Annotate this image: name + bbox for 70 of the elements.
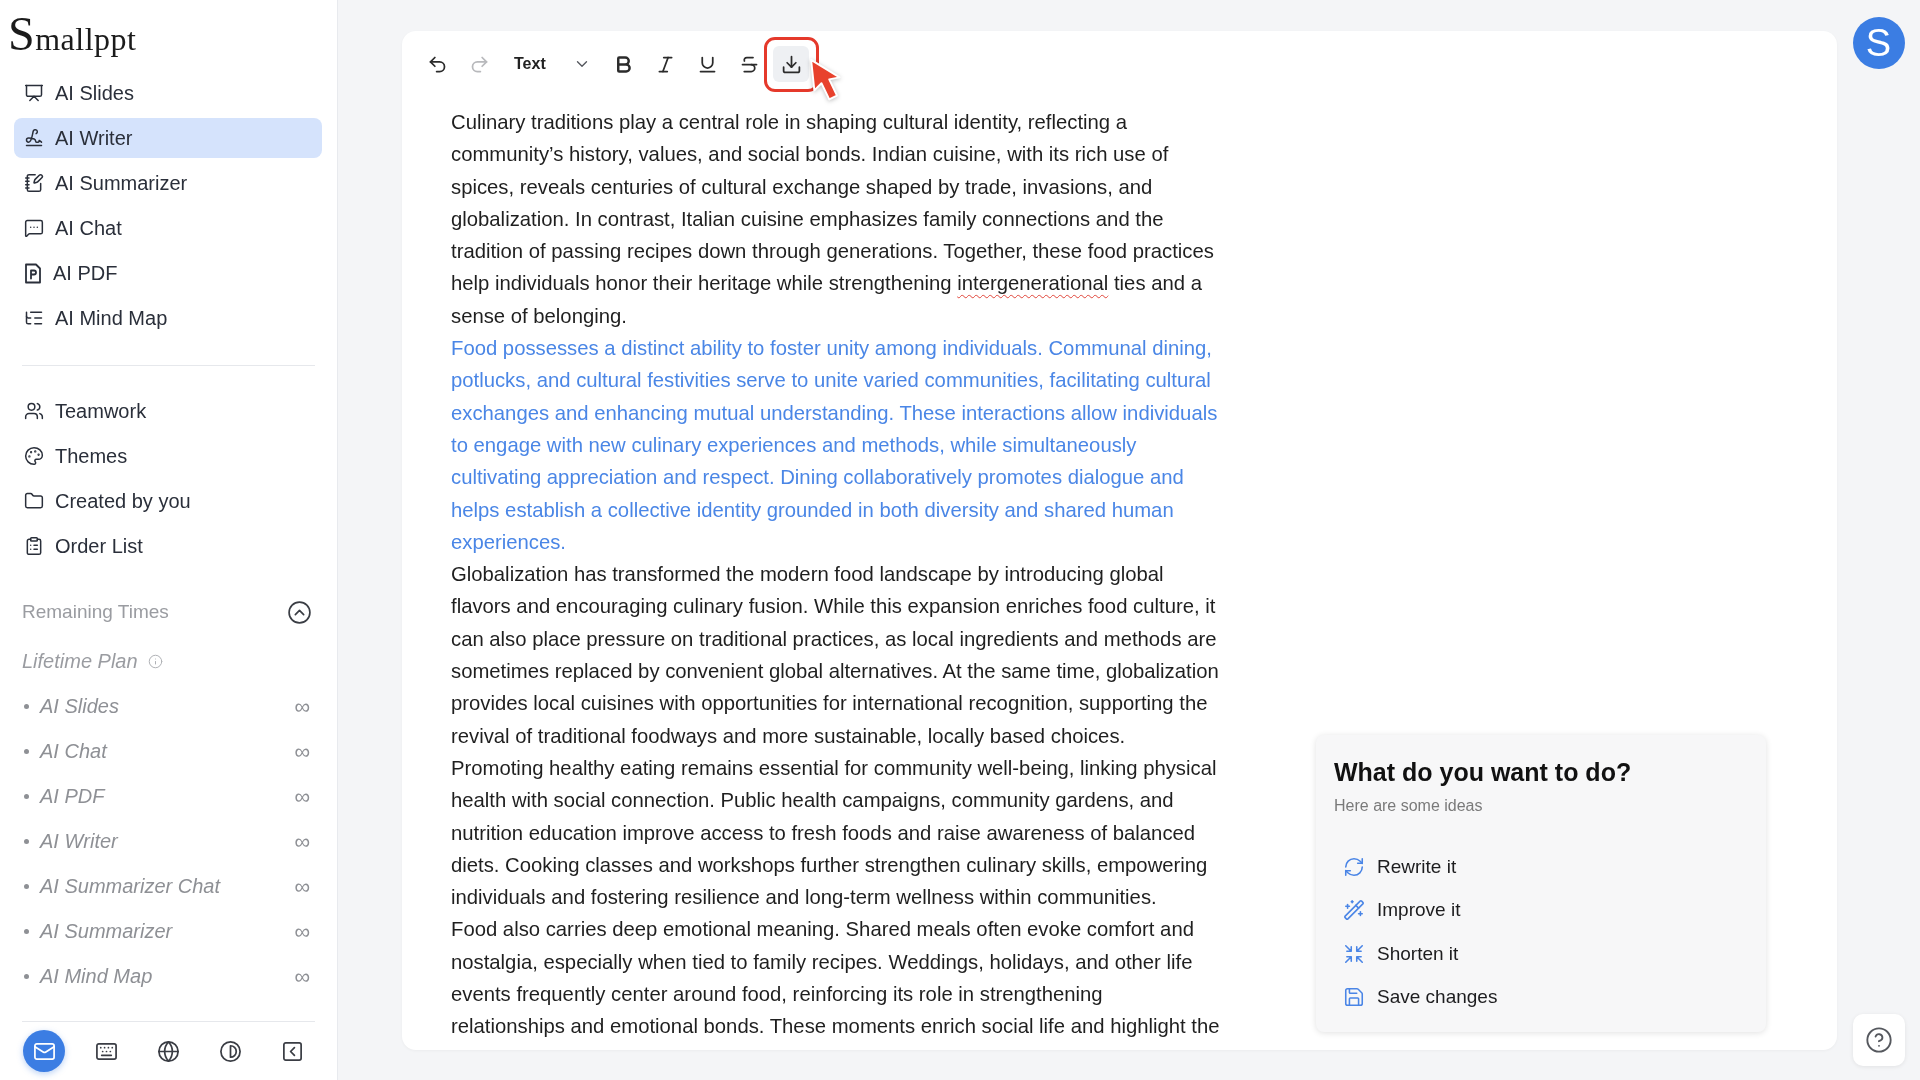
square-chevron-left-icon bbox=[280, 1039, 304, 1063]
chat-bubble-icon bbox=[24, 218, 44, 238]
nav-item[interactable]: Teamwork bbox=[14, 391, 322, 431]
mail-button[interactable] bbox=[23, 1030, 65, 1072]
usage-label: AI PDF bbox=[40, 785, 107, 808]
text-style-dropdown[interactable]: Text bbox=[503, 46, 599, 82]
usage-label: AI Writer bbox=[40, 830, 120, 853]
nav-item[interactable]: AI Summarizer bbox=[14, 163, 322, 203]
nav-item[interactable]: AI Slides bbox=[14, 73, 322, 113]
save-icon bbox=[1343, 986, 1365, 1009]
magic-wand-icon bbox=[1343, 899, 1365, 922]
list-tree-icon bbox=[24, 308, 44, 328]
nav-item[interactable]: AI PDF bbox=[14, 253, 322, 293]
notepad-pen-icon bbox=[24, 173, 44, 193]
remaining-times-title: Remaining Times bbox=[22, 601, 169, 623]
action-item[interactable]: Save changes bbox=[1334, 975, 1498, 1019]
help-icon bbox=[1864, 1026, 1893, 1054]
bullet-icon bbox=[24, 839, 29, 844]
usage-count: ∞ bbox=[294, 695, 310, 718]
usage-count: ∞ bbox=[294, 740, 310, 763]
nav-item[interactable]: AI Mind Map bbox=[14, 298, 322, 338]
shrink-arrows-icon bbox=[1343, 942, 1365, 965]
clipboard-icon bbox=[24, 536, 44, 556]
download-button[interactable] bbox=[773, 46, 809, 82]
usage-label: AI Mind Map bbox=[40, 965, 154, 988]
bullet-icon bbox=[24, 884, 29, 889]
help-button[interactable] bbox=[1852, 1014, 1905, 1066]
usage-label: AI Slides bbox=[40, 695, 120, 718]
refresh-icon bbox=[1343, 855, 1365, 878]
bullet-icon bbox=[24, 749, 29, 754]
pen-signature-icon bbox=[24, 128, 44, 148]
panel-title: What do you want to do? bbox=[1334, 758, 1633, 786]
action-item[interactable]: Improve it bbox=[1334, 888, 1461, 932]
usage-label: AI Summarizer Chat bbox=[40, 875, 222, 898]
plan-label: Lifetime Plan bbox=[22, 649, 138, 673]
download-icon bbox=[780, 53, 802, 75]
action-item[interactable]: Rewrite it bbox=[1334, 845, 1457, 889]
presentation-icon bbox=[24, 83, 44, 103]
pdf-file-icon bbox=[24, 262, 42, 284]
usage-count: ∞ bbox=[294, 965, 310, 988]
bullet-icon bbox=[24, 974, 29, 979]
chevron-up-icon[interactable] bbox=[287, 599, 312, 625]
bullet-icon bbox=[24, 929, 29, 934]
bullet-icon bbox=[24, 794, 29, 799]
globe-icon bbox=[156, 1039, 180, 1063]
paragraph: Promoting healthy eating remains essential for community well-being, linking physical health with social connection. Public health campaigns, community gardens, and nutrition education improve access to fresh foods and raise awareness of balanced diets. Cooking classes and workshops further strengthen culinary skills, empowering individuals and fostering resilience and long-term wellness within communities. bbox=[451, 755, 1218, 911]
paragraph: Food possesses a distinct ability to foster unity among individuals. Communal dining, potlucks, and cultural festivities serve to unite varied communities, facilitating cultural exchanges and enhancing mutual understanding. These interactions allow individuals to engage with new culinary experiences and methods, while simultaneously cultivating appreciation and respect. Dining collaboratively promotes dialogue and helps establish a collective identity grounded in both diversity and shared human experiences. bbox=[451, 336, 1219, 555]
usage-count: ∞ bbox=[294, 830, 310, 853]
usage-label: AI Chat bbox=[40, 740, 109, 763]
paragraph: Food also carries deep emotional meaning. Shared meals often evoke comfort and nostalgia, especially when tied to family recipes. Weddings, holidays, and other life events frequently center around food, reinforcing its role in strengthening relationships and emotional bonds. These moments enrich social life and highlight the bbox=[451, 917, 1221, 1040]
nav-item[interactable]: AI Writer bbox=[14, 118, 322, 158]
folder-icon bbox=[24, 491, 44, 511]
usage-count: ∞ bbox=[294, 875, 310, 898]
logo: Smallppt bbox=[7, 6, 137, 62]
palette-icon bbox=[24, 446, 44, 466]
action-item[interactable]: Shorten it bbox=[1334, 932, 1459, 976]
nav-item[interactable]: Order List bbox=[14, 526, 322, 566]
panel-subtitle: Here are some ideas bbox=[1334, 796, 1484, 816]
users-icon bbox=[24, 401, 44, 421]
paragraph: Globalization has transformed the modern food landscape by introducing global flavors and encouraging culinary fusion. While this expansion enriches food culture, it can also place pressure on traditional practices, as local ingredients and methods are sometimes replaced by convenient global alternatives. At the same time, globalization provides local cuisines with opportunities for international recognition, supporting the revival of traditional foodways and more sustainable, locally based choices. bbox=[451, 562, 1220, 749]
usage-count: ∞ bbox=[294, 785, 310, 808]
avatar-button[interactable]: S bbox=[1852, 17, 1905, 69]
contrast-icon bbox=[218, 1039, 242, 1063]
paragraph: Culinary traditions play a central role in shaping cultural identity, reflecting a community’s history, values, and social bonds. Indian cuisine, with its rich use of spices, reveals centuries of cultural exchange shaped by trade, invasions, and globalization. In contrast, Italian cuisine emphasizes family connections and the tradition of passing recipes down through generations. Together, these food practices help individuals honor their heritage while strengthening intergenerational ties and a sense of belonging. bbox=[451, 110, 1215, 329]
bullet-icon bbox=[24, 704, 29, 709]
nav-item[interactable]: Themes bbox=[14, 436, 322, 476]
usage-count: ∞ bbox=[294, 920, 310, 943]
nav-item[interactable]: AI Chat bbox=[14, 208, 322, 248]
usage-label: AI Summarizer bbox=[40, 920, 174, 943]
nav-item[interactable]: Created by you bbox=[14, 481, 322, 521]
